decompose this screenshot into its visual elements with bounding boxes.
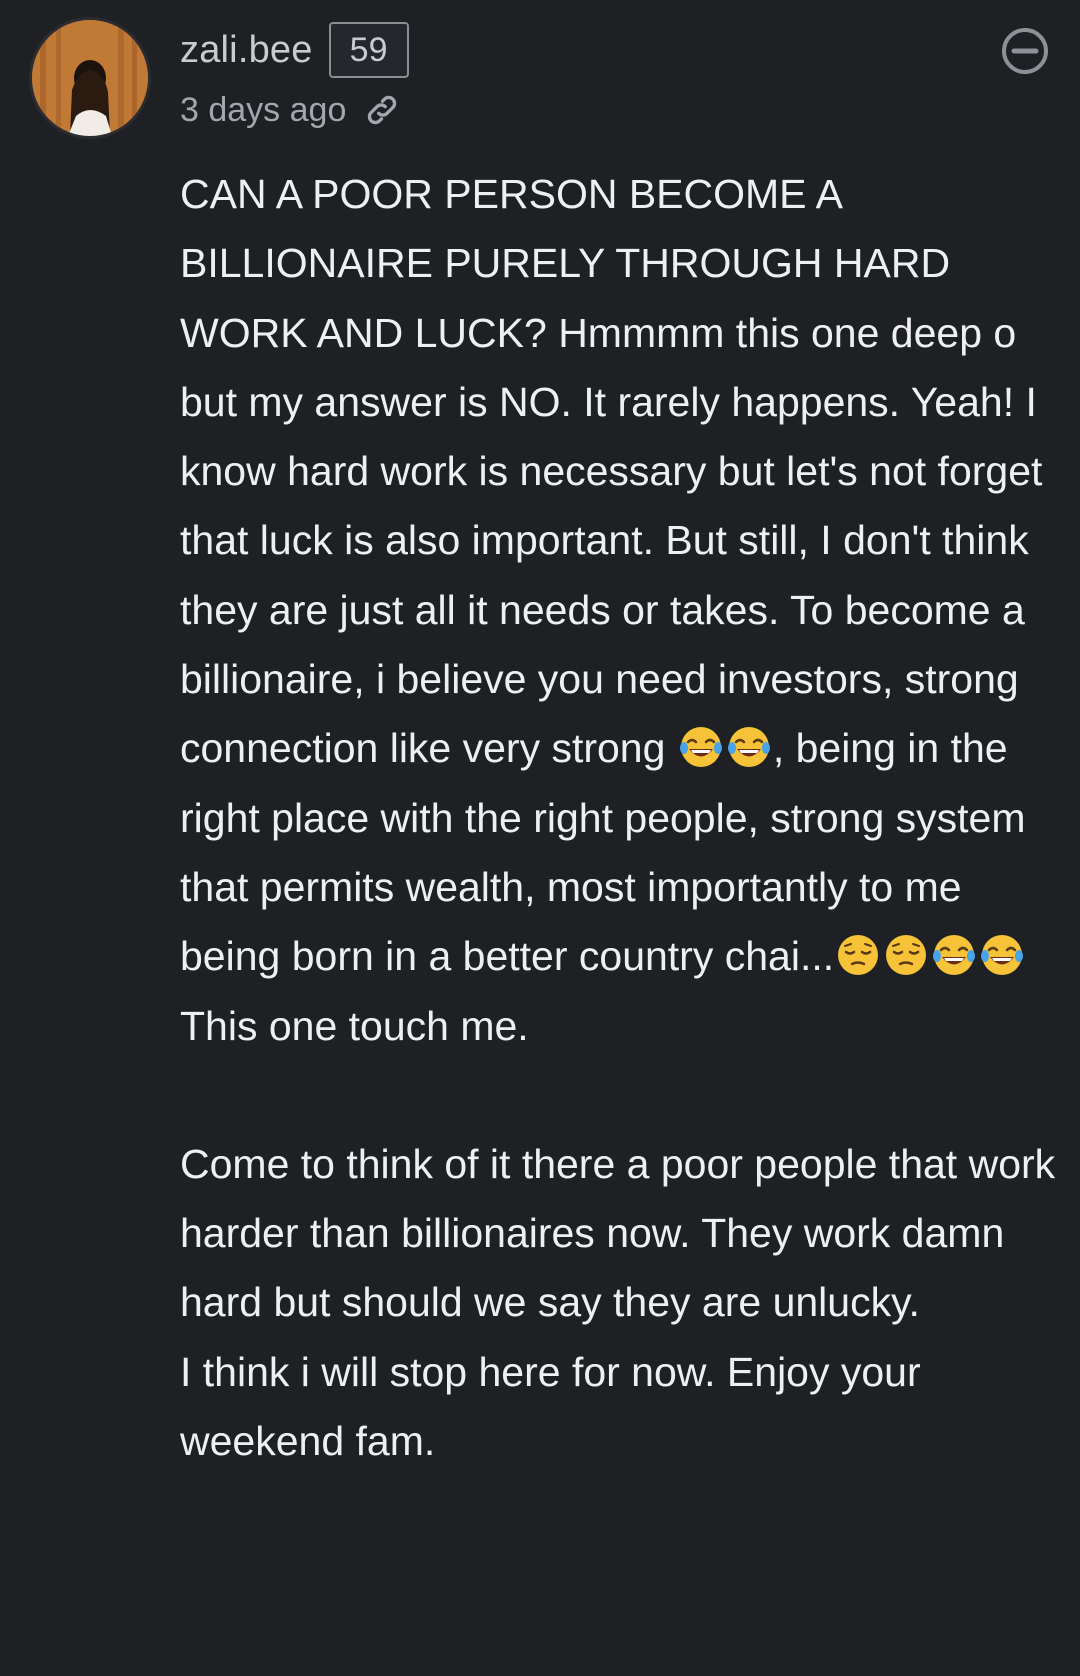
- comment-paragraph-1: CAN A POOR PERSON BECOME A BILLIONAIRE P…: [180, 160, 1060, 1061]
- laughing-emoji-icon: [726, 724, 772, 770]
- pensive-emoji-icon: [835, 932, 881, 978]
- laughing-emoji-icon: [678, 724, 724, 770]
- collapse-minus-icon[interactable]: [1000, 26, 1050, 76]
- avatar-image: [32, 20, 148, 136]
- comment-paragraph-2: Come to think of it there a poor people …: [180, 1140, 1056, 1326]
- paragraph-1-part-3: This one touch me.: [180, 1002, 529, 1049]
- laughing-emoji-icon: [979, 932, 1025, 978]
- username-row: zali.bee 59: [180, 20, 409, 80]
- comment-body: CAN A POOR PERSON BECOME A BILLIONAIRE P…: [180, 160, 1060, 1476]
- link-icon[interactable]: [362, 90, 402, 130]
- comment-paragraph-3: I think i will stop here for now. Enjoy …: [180, 1348, 921, 1465]
- timestamp: 3 days ago: [180, 90, 347, 129]
- user-level-badge: 59: [328, 22, 409, 78]
- comment-card: zali.bee 59 3 days ago CAN A POOR PERSON…: [0, 0, 1080, 1676]
- meta-row: 3 days ago: [180, 86, 409, 134]
- avatar[interactable]: [32, 20, 148, 136]
- comment-header: zali.bee 59 3 days ago: [180, 20, 409, 130]
- pensive-emoji-icon: [883, 932, 929, 978]
- paragraph-1-part-1: CAN A POOR PERSON BECOME A BILLIONAIRE P…: [180, 171, 1043, 772]
- username[interactable]: zali.bee: [180, 29, 313, 72]
- laughing-emoji-icon: [931, 932, 977, 978]
